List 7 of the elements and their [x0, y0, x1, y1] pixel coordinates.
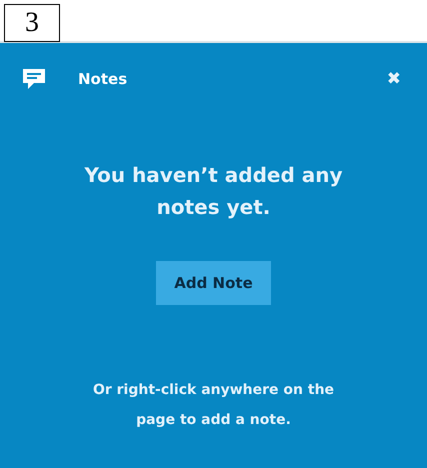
add-note-button[interactable]: Add Note: [156, 261, 271, 305]
note-icon: [22, 68, 46, 90]
close-button[interactable]: ✖: [386, 69, 401, 89]
panel-title: Notes: [78, 70, 128, 88]
step-label: 3: [4, 4, 60, 42]
hint-text: Or right-click anywhere on the page to add a note.: [92, 381, 336, 430]
empty-message: You haven’t added any notes yet.: [83, 162, 344, 221]
